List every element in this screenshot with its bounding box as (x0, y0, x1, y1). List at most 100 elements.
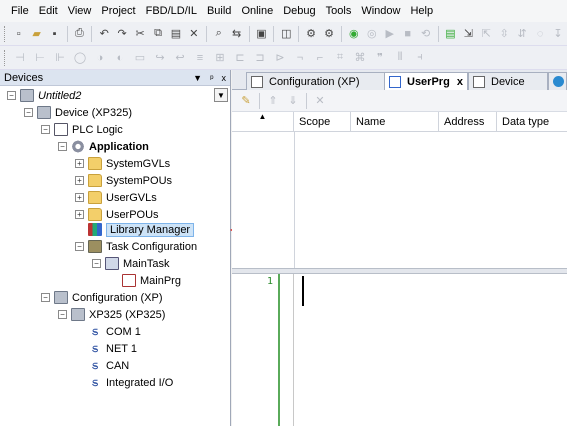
download-icon[interactable]: ▤ (443, 26, 457, 42)
tree-item-com1[interactable]: ಽ COM 1 (75, 323, 141, 340)
expand-icon[interactable]: + (75, 176, 84, 185)
tree-item-systemgvls[interactable]: + SystemGVLs (75, 155, 170, 172)
tree-item-task-configuration[interactable]: − Task Configuration (75, 238, 197, 255)
collapse-icon[interactable]: − (41, 293, 50, 302)
menu-fbd-ld-il[interactable]: FBD/LD/IL (141, 0, 202, 22)
tree-item-can[interactable]: ಽ CAN (75, 357, 129, 374)
delete-variable-icon[interactable]: ✕ (312, 93, 328, 109)
tree-item-project[interactable]: − Untitled2 (7, 87, 81, 104)
jump-icon[interactable]: ↪ (152, 50, 168, 66)
move-down-icon[interactable]: ⇓ (285, 93, 301, 109)
replace-icon[interactable]: ⇆ (230, 26, 244, 42)
collapse-icon[interactable]: − (7, 91, 16, 100)
menu-help[interactable]: Help (405, 0, 438, 22)
negated-contact-icon[interactable]: ⊢ (32, 50, 48, 66)
set-reset-icon[interactable]: ⌗ (332, 50, 348, 66)
parallel-contact-icon[interactable]: ⊩ (52, 50, 68, 66)
column-scope[interactable]: Scope (294, 112, 351, 131)
reset-coil-icon[interactable]: ◐ (112, 50, 128, 66)
comment-icon[interactable]: ❞ (372, 50, 388, 66)
collapse-icon[interactable]: − (58, 142, 67, 151)
menu-edit[interactable]: Edit (34, 0, 63, 22)
collapse-icon[interactable]: − (92, 259, 101, 268)
object-icon[interactable]: ◫ (279, 26, 293, 42)
print-icon[interactable]: ⎙ (72, 26, 86, 42)
panel-menu-icon[interactable]: ▼ (193, 73, 202, 83)
collapse-icon[interactable]: − (75, 242, 84, 251)
open-folder-icon[interactable]: ▰ (30, 26, 44, 42)
menu-project[interactable]: Project (96, 0, 140, 22)
tab-overflow[interactable] (548, 72, 567, 90)
label-icon[interactable]: ⌘ (352, 50, 368, 66)
input-icon[interactable]: ⊐ (252, 50, 268, 66)
tree-item-configuration-xp[interactable]: − Configuration (XP) (41, 289, 163, 306)
edge-detect-icon[interactable]: ⌐ (312, 50, 328, 66)
tree-item-device[interactable]: − Device (XP325) (24, 104, 132, 121)
auto-declare-icon[interactable]: ✎ (238, 93, 254, 109)
new-file-icon[interactable]: ▫ (12, 26, 26, 42)
collapse-icon[interactable]: − (24, 108, 33, 117)
text-cursor[interactable] (302, 276, 304, 306)
menu-window[interactable]: Window (356, 0, 405, 22)
negate-icon[interactable]: ¬ (292, 50, 308, 66)
tree-item-mainprg[interactable]: MainPrg (109, 272, 181, 289)
close-icon[interactable]: x (222, 73, 227, 83)
paste-icon[interactable]: ▤ (169, 26, 183, 42)
network-icon[interactable]: ≡ (192, 50, 208, 66)
tab-userprg[interactable]: UserPrg x (384, 72, 468, 91)
tree-item-maintask[interactable]: − MainTask (92, 255, 169, 272)
tree-item-integrated-io[interactable]: ಽ Integrated I/O (75, 374, 173, 391)
save-icon[interactable]: ▪ (48, 26, 62, 42)
close-branch-icon[interactable]: ⫞ (412, 50, 428, 66)
menu-view[interactable]: View (63, 0, 97, 22)
tree-item-net1[interactable]: ಽ NET 1 (75, 340, 137, 357)
find-icon[interactable]: ⌕ (212, 26, 226, 42)
reset-icon[interactable]: ⟲ (419, 26, 433, 42)
contact-icon[interactable]: ⊣ (12, 50, 28, 66)
select-all-icon[interactable]: ▣ (255, 26, 269, 42)
logout-icon[interactable]: ◎ (365, 26, 379, 42)
delete-icon[interactable]: ✕ (187, 26, 201, 42)
column-data-type[interactable]: Data type (497, 112, 567, 131)
force-values-icon[interactable]: ⇳ (497, 26, 511, 42)
coil-icon[interactable]: ◯ (72, 50, 88, 66)
cut-icon[interactable]: ✂ (133, 26, 147, 42)
tab-device[interactable]: Device (468, 72, 548, 90)
expand-icon[interactable]: + (75, 193, 84, 202)
set-coil-icon[interactable]: ◑ (92, 50, 108, 66)
write-values-icon[interactable]: ⇱ (479, 26, 493, 42)
pin-icon[interactable]: ᵖ (210, 73, 213, 83)
output-icon[interactable]: ⊳ (272, 50, 288, 66)
menu-file[interactable]: File (6, 0, 34, 22)
collapse-icon[interactable]: − (58, 310, 67, 319)
step-icon[interactable]: ↧ (551, 26, 565, 42)
redo-icon[interactable]: ↷ (115, 26, 129, 42)
stop-icon[interactable]: ■ (401, 26, 415, 42)
insert-network-icon[interactable]: ⊞ (212, 50, 228, 66)
tree-item-usergvls[interactable]: + UserGVLs (75, 189, 157, 206)
tree-item-systempous[interactable]: + SystemPOUs (75, 172, 172, 189)
branch-icon[interactable]: ⊏ (232, 50, 248, 66)
move-up-icon[interactable]: ⇑ (265, 93, 281, 109)
menu-online[interactable]: Online (236, 0, 278, 22)
menu-tools[interactable]: Tools (321, 0, 357, 22)
tree-item-xp325[interactable]: − XP325 (XP325) (58, 306, 165, 323)
copy-icon[interactable]: ⧉ (151, 26, 165, 42)
start-icon[interactable]: ▶ (383, 26, 397, 42)
collapse-icon[interactable]: − (41, 125, 50, 134)
force-icon[interactable]: ⇲ (461, 26, 475, 42)
tab-close-icon[interactable]: x (457, 76, 463, 88)
column-address[interactable]: Address (439, 112, 497, 131)
undo-icon[interactable]: ↶ (97, 26, 111, 42)
menu-build[interactable]: Build (202, 0, 236, 22)
tab-configuration-xp[interactable]: Configuration (XP) (246, 72, 386, 90)
menu-debug[interactable]: Debug (278, 0, 320, 22)
login-icon[interactable]: ◉ (347, 26, 361, 42)
expand-icon[interactable]: + (75, 210, 84, 219)
parallel-branch-icon[interactable]: ⫴ (392, 50, 408, 66)
column-name[interactable]: Name (351, 112, 439, 131)
sort-column[interactable]: ▲ (232, 112, 294, 131)
box-icon[interactable]: ▭ (132, 50, 148, 66)
rebuild-icon[interactable]: ⚙ (322, 26, 336, 42)
tree-item-library-manager[interactable]: Library Manager (75, 221, 195, 238)
